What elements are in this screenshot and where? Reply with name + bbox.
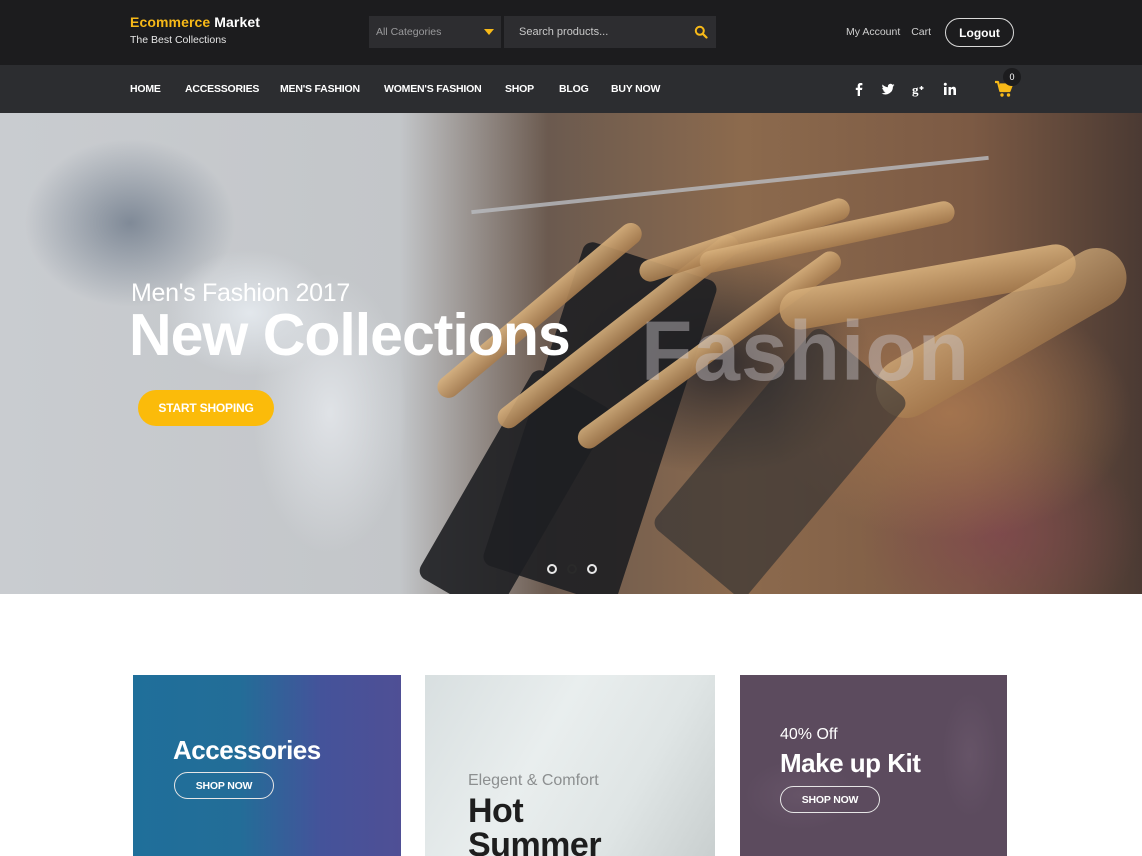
linkedin-icon[interactable] [942, 81, 958, 97]
search-icon[interactable] [694, 25, 708, 39]
brand-title-rest: Market [214, 14, 261, 30]
cart-link[interactable]: Cart [911, 26, 931, 38]
cart-count-badge: 0 [1003, 68, 1021, 86]
slider-dot-3[interactable] [587, 564, 597, 574]
slider-dot-2[interactable] [567, 564, 577, 574]
twitter-icon[interactable] [880, 81, 896, 97]
my-account-link[interactable]: My Account [846, 26, 900, 38]
promo-kicker: Elegent & Comfort [468, 772, 599, 789]
slider-dots [547, 564, 597, 574]
nav-item-mens-fashion[interactable]: MEN'S FASHION [280, 83, 360, 95]
shop-now-button[interactable]: SHOP NOW [780, 786, 880, 813]
account-links: My Account Cart [846, 26, 939, 38]
slider-dot-1[interactable] [547, 564, 557, 574]
category-select[interactable]: All Categories [369, 16, 501, 48]
nav-item-buy-now[interactable]: BUY NOW [611, 83, 660, 95]
shop-now-button[interactable]: SHOP NOW [174, 772, 274, 799]
hero-title: New Collections [129, 302, 571, 368]
start-shopping-button[interactable]: START SHOPING [138, 390, 274, 426]
brand-tagline: The Best Collections [130, 34, 227, 46]
brand-title-accent: Ecommerce [130, 14, 211, 30]
promo-kicker: 40% Off [780, 726, 838, 743]
svg-text:g: g [912, 82, 919, 97]
google-plus-icon[interactable]: g [911, 81, 927, 97]
search-box [504, 16, 716, 48]
nav-item-accessories[interactable]: ACCESSORIES [185, 83, 259, 95]
top-header: Ecommerce Market The Best Collections Al… [0, 0, 1142, 65]
clothes-rail [471, 155, 989, 215]
nav-item-home[interactable]: HOME [130, 83, 161, 95]
main-nav: HOME ACCESSORIES MEN'S FASHION WOMEN'S F… [0, 65, 1142, 113]
nav-item-womens-fashion[interactable]: WOMEN'S FASHION [384, 83, 482, 95]
promo-card-accessories[interactable]: Accessories SHOP NOW [133, 675, 401, 856]
promo-title-line1: Hot [468, 792, 524, 830]
promo-title: Accessories [173, 735, 321, 765]
promo-card-makeup-kit[interactable]: 40% Off Make up Kit SHOP NOW [740, 675, 1007, 856]
nav-item-blog[interactable]: BLOG [559, 83, 589, 95]
promo-title-line2: Summer [468, 826, 602, 856]
promo-title: Make up Kit [780, 748, 921, 778]
search-input[interactable] [504, 16, 684, 48]
nav-item-shop[interactable]: SHOP [505, 83, 534, 95]
hero-slider: Fashion Men's Fashion 2017 New Collectio… [0, 113, 1142, 594]
caret-down-icon [484, 29, 494, 35]
facebook-icon[interactable] [851, 81, 867, 97]
category-select-value: All Categories [376, 26, 442, 38]
brand-logo[interactable]: Ecommerce Market The Best Collections [130, 14, 260, 46]
promo-card-hot-summer[interactable]: Elegent & Comfort Hot Summer [425, 675, 715, 856]
logout-button[interactable]: Logout [945, 18, 1014, 47]
hero-watermark: Fashion [641, 304, 971, 398]
brand-title: Ecommerce Market [130, 14, 260, 30]
